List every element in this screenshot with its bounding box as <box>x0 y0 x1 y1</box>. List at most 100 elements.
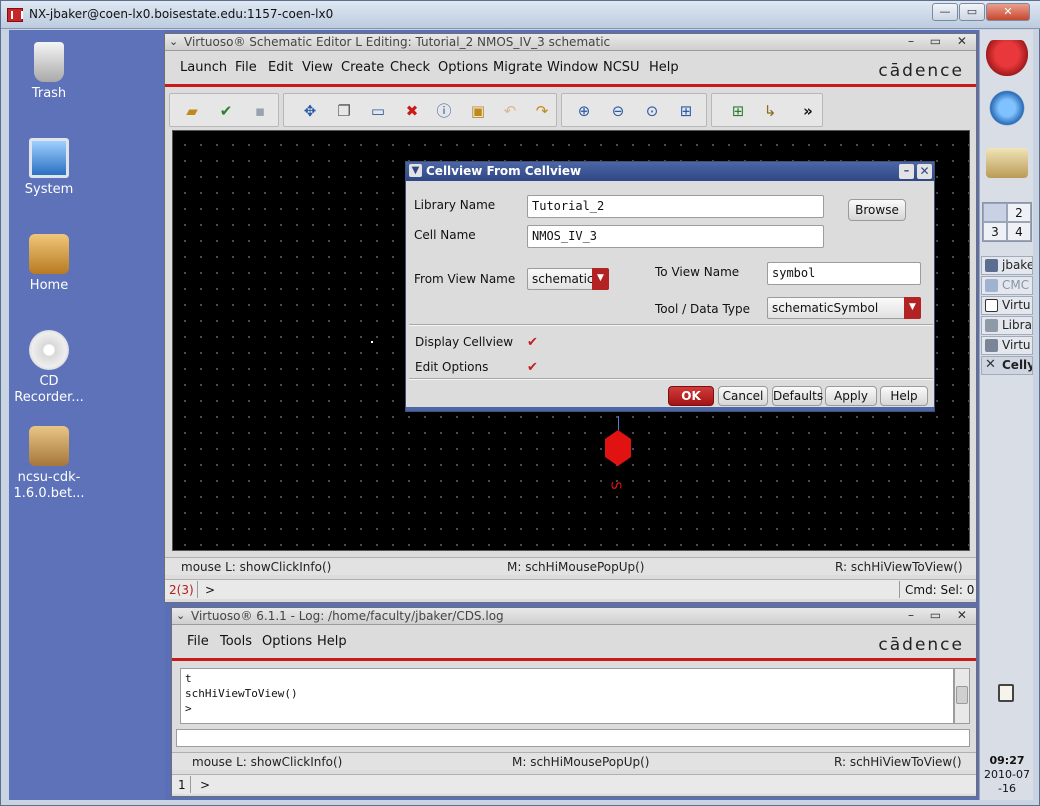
log-title: Virtuoso® 6.1.1 - Log: /home/faculty/jba… <box>191 609 504 623</box>
desktop-icon-system[interactable]: System <box>9 138 89 198</box>
desktop-icon-cd-recorder[interactable]: CD Recorder... <box>9 330 89 406</box>
menu-migrate[interactable]: Migrate <box>493 60 543 75</box>
scroll-thumb[interactable] <box>956 686 968 704</box>
web-browser-icon[interactable] <box>986 90 1028 126</box>
browse-button[interactable]: Browse <box>848 199 906 221</box>
workspace-3[interactable]: 3 <box>983 222 1007 241</box>
fit-icon[interactable]: ⊞ <box>676 101 696 121</box>
open-icon[interactable]: ▰ <box>182 101 202 121</box>
tool-data-type-select[interactable]: schematicSymbol ▼ <box>767 297 921 319</box>
desktop-icon-trash[interactable]: Trash <box>9 42 89 102</box>
task-item[interactable]: Virtu <box>981 296 1033 315</box>
clock[interactable]: 09:27 2010-07 -16 <box>980 754 1034 796</box>
cancel-button[interactable]: Cancel <box>718 386 768 406</box>
menu-help[interactable]: Help <box>649 60 679 75</box>
workspace-1[interactable] <box>983 203 1007 222</box>
check-save-icon[interactable]: ✔ <box>216 101 236 121</box>
desktop-icon-label: ncsu-cdk-1.6.0.bet... <box>13 470 85 501</box>
menu-tools[interactable]: Tools <box>220 634 252 649</box>
menu-launch[interactable]: Launch <box>180 60 227 75</box>
menu-edit[interactable]: Edit <box>268 60 293 75</box>
to-view-label: To View Name <box>655 265 740 279</box>
mail-icon[interactable] <box>986 148 1028 178</box>
zoom-out-icon[interactable]: ⊖ <box>608 101 628 121</box>
cell-name-field[interactable]: NMOS_IV_3 <box>527 225 824 248</box>
library-name-label: Library Name <box>414 198 496 212</box>
defaults-button[interactable]: Defaults <box>772 386 823 406</box>
task-label: Celly <box>1002 358 1033 372</box>
task-label: Virtu <box>1002 298 1031 312</box>
undo-icon[interactable]: ↶ <box>500 101 520 121</box>
to-view-field[interactable]: symbol <box>767 262 921 285</box>
copy-icon[interactable]: ❐ <box>334 101 354 121</box>
menu-file[interactable]: File <box>235 60 257 75</box>
window-menu-icon[interactable]: ⌄ <box>176 609 185 622</box>
log-command-input[interactable] <box>176 729 970 747</box>
hierarchy-icon[interactable]: ▣ <box>468 101 488 121</box>
add-wire-icon[interactable]: ↳ <box>760 101 780 121</box>
menu-check[interactable]: Check <box>390 60 430 75</box>
maximize-button[interactable]: ▭ <box>959 3 985 21</box>
chevron-down-icon[interactable]: ▼ <box>904 297 921 319</box>
close-button[interactable]: ✕ <box>986 3 1030 21</box>
minimize-button[interactable]: — <box>932 3 958 21</box>
delete-icon[interactable]: ✖ <box>402 101 422 121</box>
properties-icon[interactable]: ⓘ <box>434 101 454 121</box>
workspace-4[interactable]: 4 <box>1007 222 1031 241</box>
task-item[interactable]: Virtu <box>981 336 1033 355</box>
log-scrollbar[interactable] <box>954 668 970 724</box>
zoom-area-icon[interactable]: ⊙ <box>642 101 662 121</box>
log-output[interactable]: t schHiViewToView() > <box>180 668 954 724</box>
command-counter: 2(3) <box>169 583 194 597</box>
task-item[interactable]: CMC <box>981 276 1033 295</box>
command-prompt[interactable]: > <box>205 583 215 597</box>
task-item[interactable]: Libra <box>981 316 1033 335</box>
help-button[interactable]: Help <box>880 386 928 406</box>
apply-button[interactable]: Apply <box>825 386 877 406</box>
task-item[interactable]: jbake <box>981 256 1033 275</box>
add-instance-icon[interactable]: ⊞ <box>728 101 748 121</box>
menu-ncsu[interactable]: NCSU <box>603 60 640 75</box>
cursor-marker <box>371 341 373 343</box>
menu-options[interactable]: Options <box>438 60 488 75</box>
close-icon[interactable]: ✕ <box>917 164 932 179</box>
desktop-icon-package[interactable]: ncsu-cdk-1.6.0.bet... <box>9 426 89 502</box>
redhat-menu-icon[interactable] <box>986 40 1028 76</box>
schematic-toolbar: ▰ ✔ ▪ ✥ ❐ ▭ ✖ ⓘ ▣ ↶ ↷ ⊕ ⊖ ⊙ ⊞ ⊞ ↳ » <box>165 89 976 129</box>
menu-help[interactable]: Help <box>317 634 347 649</box>
task-item-active[interactable]: ✕ Celly <box>981 356 1033 375</box>
workspace-2[interactable]: 2 <box>1007 203 1031 222</box>
gnome-side-panel: 2 3 4 jbake CMC Virtu Libra Virtu ✕ Celly… <box>979 30 1033 800</box>
zoom-in-icon[interactable]: ⊕ <box>574 101 594 121</box>
window-controls[interactable]: – ▭ ✕ <box>908 608 973 622</box>
from-view-select[interactable]: schematic ▼ <box>527 268 609 290</box>
move-icon[interactable]: ✥ <box>300 101 320 121</box>
save-icon[interactable]: ▪ <box>250 101 270 121</box>
workspace-switcher: 2 3 4 <box>982 202 1032 242</box>
menu-create[interactable]: Create <box>341 60 384 75</box>
clock-time: 09:27 <box>989 754 1025 767</box>
cell-name-label: Cell Name <box>414 228 476 242</box>
chevron-down-icon[interactable]: ▼ <box>409 164 422 177</box>
menu-options[interactable]: Options <box>262 634 312 649</box>
edit-options-checkbox[interactable]: ✔ <box>526 361 539 374</box>
library-name-field[interactable]: Tutorial_2 <box>527 195 824 218</box>
minimize-icon[interactable]: – <box>899 164 914 179</box>
stretch-icon[interactable]: ▭ <box>368 101 388 121</box>
pin-icon[interactable] <box>605 430 631 466</box>
display-cellview-checkbox[interactable]: ✔ <box>526 336 539 349</box>
window-controls[interactable]: – ▭ ✕ <box>908 34 973 48</box>
toolbar-more-icon[interactable]: » <box>798 101 818 121</box>
command-prompt[interactable]: > <box>200 778 210 792</box>
menu-file[interactable]: File <box>187 634 209 649</box>
window-menu-icon[interactable]: ⌄ <box>169 35 178 48</box>
desktop-icon-home[interactable]: Home <box>9 234 89 294</box>
redo-icon[interactable]: ↷ <box>532 101 552 121</box>
menu-window[interactable]: Window <box>547 60 598 75</box>
mouse-left-status: mouse L: showClickInfo() <box>181 560 332 574</box>
menu-view[interactable]: View <box>302 60 333 75</box>
ok-button[interactable]: OK <box>668 386 714 406</box>
chevron-down-icon[interactable]: ▼ <box>592 268 609 290</box>
clipboard-icon[interactable] <box>998 684 1014 702</box>
x-icon: ✕ <box>985 357 996 372</box>
